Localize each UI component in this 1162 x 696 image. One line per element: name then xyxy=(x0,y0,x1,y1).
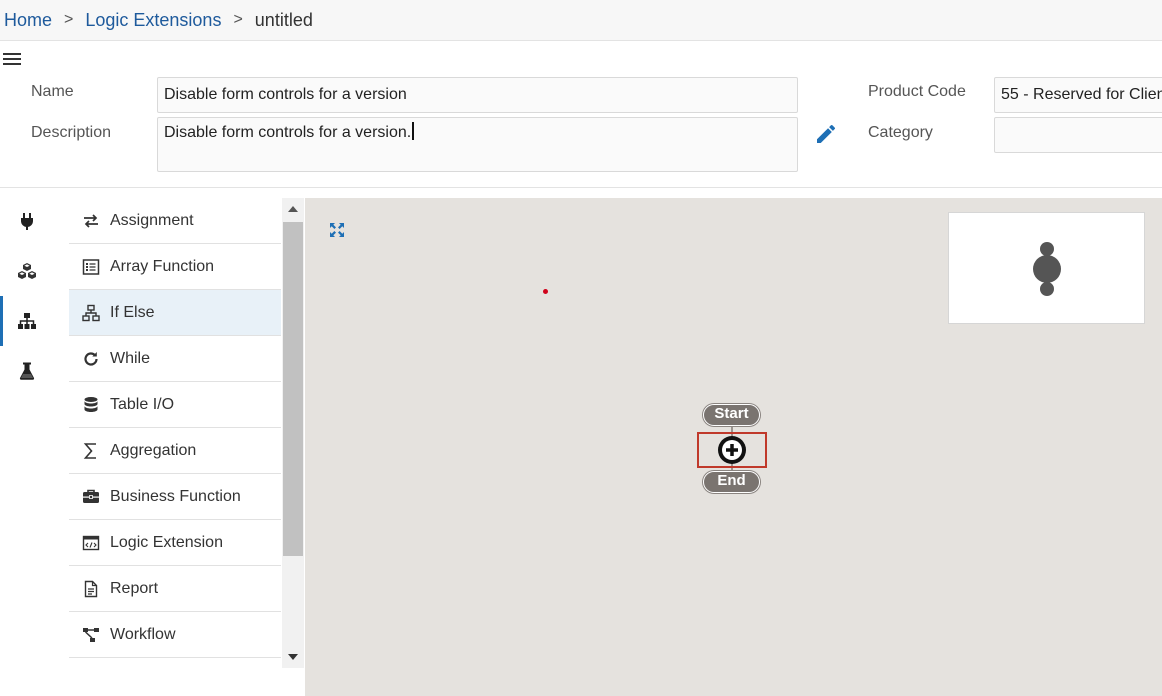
database-icon xyxy=(84,396,98,412)
palette-item-report[interactable]: Report xyxy=(69,566,281,612)
scroll-thumb[interactable] xyxy=(283,222,303,556)
palette-item-array-function[interactable]: Array Function xyxy=(69,244,281,290)
palette-item-table-io[interactable]: Table I/O xyxy=(69,382,281,428)
description-label: Description xyxy=(31,124,112,141)
text-cursor xyxy=(412,122,414,140)
breadcrumb-current: untitled xyxy=(254,9,313,30)
tool-category-rail xyxy=(0,196,60,696)
scroll-down-arrow-icon[interactable] xyxy=(282,646,304,668)
sitemap-icon xyxy=(18,313,36,329)
palette-item-label: Array Function xyxy=(110,257,215,275)
cubes-icon xyxy=(18,263,36,279)
add-step-icon[interactable] xyxy=(718,436,746,464)
palette-item-while[interactable]: While xyxy=(69,336,281,382)
end-node[interactable]: End xyxy=(703,471,760,493)
palette-list: Assignment Array Function If Else While … xyxy=(69,198,281,662)
code-window-icon xyxy=(82,535,100,550)
header-divider xyxy=(0,187,1162,188)
palette-item-label: Business Function xyxy=(110,487,241,505)
palette-item-label: If Else xyxy=(110,303,155,321)
scroll-up-arrow-icon[interactable] xyxy=(282,198,304,220)
rail-item-objects[interactable] xyxy=(0,246,58,296)
palette-item-label: Assignment xyxy=(110,211,194,229)
sitemap-icon xyxy=(82,304,100,321)
name-input-value: Disable form controls for a version xyxy=(164,86,407,103)
exchange-icon xyxy=(84,213,98,228)
palette-item-label: Logic Extension xyxy=(110,533,223,551)
palette-scrollbar[interactable] xyxy=(282,198,304,668)
palette-item-logic-extension[interactable]: Logic Extension xyxy=(69,520,281,566)
category-label: Category xyxy=(868,124,933,141)
palette-item-assignment[interactable]: Assignment xyxy=(69,198,281,244)
rail-item-logic[interactable] xyxy=(0,296,58,346)
product-code-select[interactable]: 55 - Reserved for Clients xyxy=(994,77,1162,113)
product-code-label: Product Code xyxy=(868,83,966,100)
workflow-icon xyxy=(83,627,99,642)
palette-item-label: Report xyxy=(110,579,159,597)
list-icon xyxy=(82,258,100,275)
rail-item-test[interactable] xyxy=(0,346,58,396)
pencil-icon[interactable] xyxy=(814,122,838,146)
file-icon xyxy=(84,580,98,597)
red-marker-dot xyxy=(543,289,548,294)
description-textarea[interactable]: Disable form controls for a version. xyxy=(157,117,798,172)
description-textarea-value: Disable form controls for a version. xyxy=(164,124,412,141)
name-label: Name xyxy=(31,83,74,100)
start-node[interactable]: Start xyxy=(703,404,760,426)
breadcrumb-home-link[interactable]: Home xyxy=(4,10,52,31)
palette-item-label: Aggregation xyxy=(110,441,197,459)
palette-item-business-function[interactable]: Business Function xyxy=(69,474,281,520)
hamburger-menu-icon[interactable] xyxy=(3,53,21,66)
briefcase-icon xyxy=(83,489,99,503)
canvas-minimap[interactable] xyxy=(948,212,1145,324)
palette-item-workflow[interactable]: Workflow xyxy=(69,612,281,658)
breadcrumb-logic-extensions-link[interactable]: Logic Extensions xyxy=(85,10,221,31)
loop-icon xyxy=(84,351,98,366)
flask-icon xyxy=(19,362,35,380)
name-input[interactable]: Disable form controls for a version xyxy=(157,77,798,113)
product-code-value: 55 - Reserved for Clients xyxy=(1001,86,1162,103)
breadcrumb: Home > Logic Extensions > untitled xyxy=(0,0,1162,41)
palette-item-label: Table I/O xyxy=(110,395,175,413)
palette-item-label: While xyxy=(110,349,151,367)
minimap-flow-preview xyxy=(1033,242,1061,296)
expand-icon[interactable] xyxy=(328,221,346,239)
breadcrumb-separator: > xyxy=(233,11,243,28)
palette-item-if-else[interactable]: If Else xyxy=(69,290,281,336)
plug-icon xyxy=(21,213,33,230)
breadcrumb-separator: > xyxy=(64,11,74,28)
palette-item-aggregation[interactable]: Aggregation xyxy=(69,428,281,474)
flow-canvas[interactable]: Start End xyxy=(305,198,1162,696)
rail-item-connectors[interactable] xyxy=(0,196,58,246)
sigma-icon xyxy=(83,442,96,459)
add-step-drop-target[interactable] xyxy=(697,432,767,468)
palette-item-label: Workflow xyxy=(110,625,176,643)
category-input[interactable] xyxy=(994,117,1162,153)
